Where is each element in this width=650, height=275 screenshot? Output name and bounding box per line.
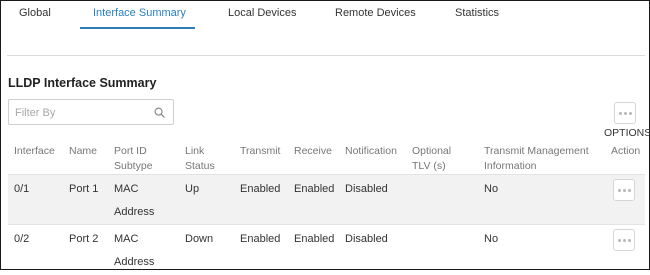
filter-box <box>8 99 174 125</box>
col-header-line: Receive <box>294 145 332 157</box>
cell-line: Address <box>114 256 155 268</box>
cell-transmit: Enabled <box>240 233 281 245</box>
tab-global[interactable]: Global <box>19 7 51 19</box>
col-header-port-id-subtype: Port ID Subtype <box>114 144 153 174</box>
col-header-line: Name <box>69 145 98 157</box>
cell-line: MAC <box>114 183 139 195</box>
cell-transmit-mgmt: No <box>484 233 499 245</box>
dot <box>623 111 627 115</box>
col-header-line: Link <box>185 145 205 157</box>
cell-notification: Disabled <box>345 183 388 195</box>
cell-transmit-mgmt: No <box>484 183 499 195</box>
cell-transmit: Enabled <box>240 183 281 195</box>
col-header-line: Action <box>611 145 641 157</box>
tab-bar: Global Interface Summary Local Devices R… <box>1 1 650 29</box>
col-header-line: Port ID <box>114 145 147 157</box>
options-button[interactable] <box>614 102 636 124</box>
row-action-button[interactable] <box>613 229 635 251</box>
col-header-action: Action <box>611 144 640 159</box>
lldp-page: Global Interface Summary Local Devices R… <box>0 0 650 270</box>
col-header-name: Name <box>69 144 97 159</box>
cell-line: MAC <box>114 233 139 245</box>
row-action-button[interactable] <box>613 179 635 201</box>
section-divider <box>7 55 645 56</box>
col-header-line: Transmit <box>240 145 281 157</box>
col-header-transmit: Transmit <box>240 144 280 159</box>
cell-name: Port 1 <box>69 183 99 195</box>
col-header-interface: Interface <box>14 144 55 159</box>
dot <box>628 111 632 115</box>
dot <box>622 238 626 242</box>
active-tab-indicator <box>80 27 195 29</box>
dot <box>627 238 631 242</box>
col-header-notification: Notification <box>345 144 397 159</box>
cell-receive: Enabled <box>294 233 335 245</box>
dot <box>618 111 622 115</box>
tab-statistics[interactable]: Statistics <box>455 7 499 19</box>
cell-port-subtype: MAC Address <box>114 228 154 274</box>
col-header-receive: Receive <box>294 144 332 159</box>
options-label: OPTIONS <box>604 127 650 139</box>
col-header-link-status: Link Status <box>185 144 215 174</box>
tab-local-devices[interactable]: Local Devices <box>228 7 296 19</box>
col-header-line: Optional <box>412 145 452 157</box>
cell-link-status: Down <box>185 233 214 245</box>
col-header-line: Transmit Management <box>484 145 589 157</box>
dot <box>617 188 621 192</box>
cell-interface: 0/1 <box>14 183 30 195</box>
tab-interface-summary[interactable]: Interface Summary <box>93 7 186 19</box>
col-header-line: Information <box>484 160 537 172</box>
filter-input[interactable] <box>15 105 145 120</box>
col-header-line: TLV (s) <box>412 160 446 172</box>
tab-remote-devices[interactable]: Remote Devices <box>335 7 416 19</box>
cell-receive: Enabled <box>294 183 335 195</box>
col-header-line: Notification <box>345 145 397 157</box>
page-title: LLDP Interface Summary <box>8 76 157 90</box>
col-header-transmit-mgmt: Transmit Management Information <box>484 144 589 174</box>
col-header-optional-tlvs: Optional TLV (s) <box>412 144 451 174</box>
dot <box>617 238 621 242</box>
cell-line: Address <box>114 206 155 218</box>
cell-link-status: Up <box>185 183 200 195</box>
cell-notification: Disabled <box>345 233 388 245</box>
cell-port-subtype: MAC Address <box>114 178 154 224</box>
dot <box>627 188 631 192</box>
cell-interface: 0/2 <box>14 233 30 245</box>
col-header-line: Interface <box>14 145 55 157</box>
search-icon[interactable] <box>154 107 165 118</box>
col-header-line: Subtype <box>114 160 153 172</box>
cell-name: Port 2 <box>69 233 99 245</box>
col-header-line: Status <box>185 160 215 172</box>
dot <box>622 188 626 192</box>
